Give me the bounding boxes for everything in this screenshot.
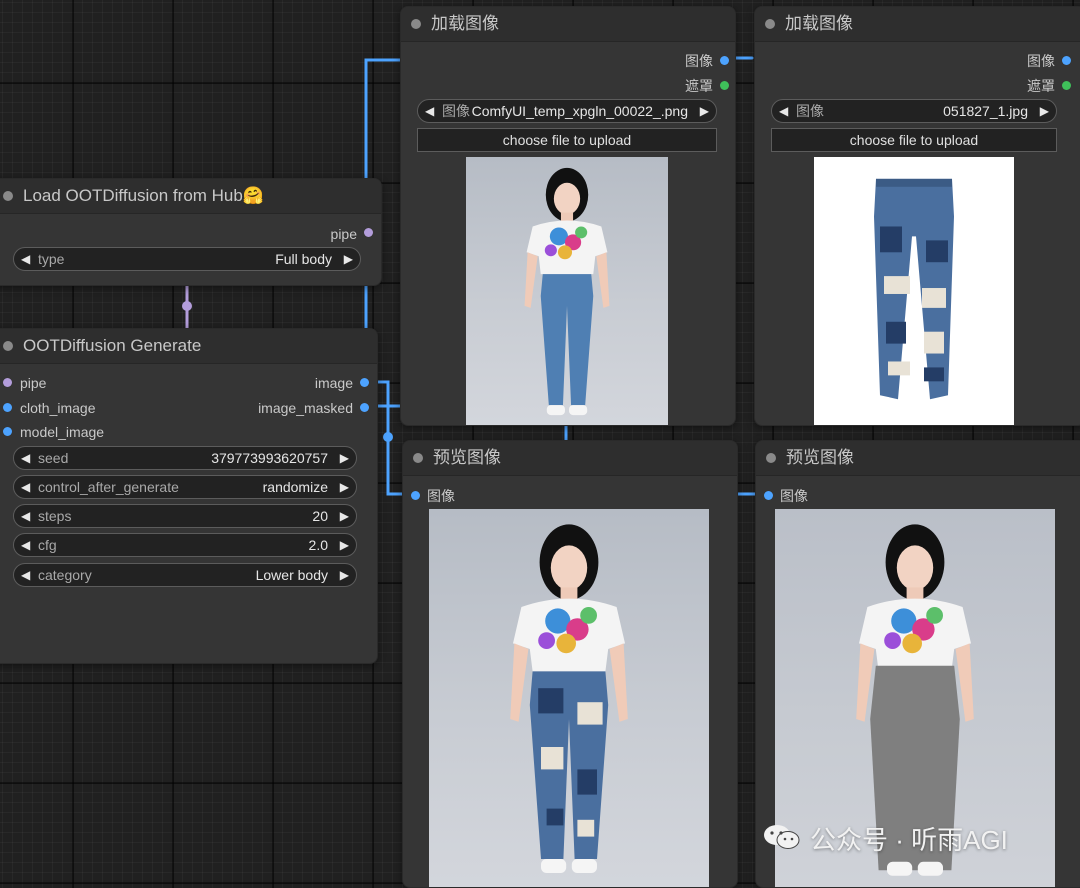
widget-label: control_after_generate bbox=[38, 479, 179, 495]
input-cloth-image-dot[interactable] bbox=[3, 403, 12, 412]
jeans-photo-icon bbox=[874, 178, 954, 400]
widget-value: 2.0 bbox=[308, 537, 328, 553]
link-reroute-dot bbox=[383, 432, 393, 442]
decrement-arrow-icon[interactable]: ◀ bbox=[425, 100, 434, 122]
widget-label: type bbox=[38, 251, 65, 267]
widget-value: Full body bbox=[275, 251, 332, 267]
image-file-combo[interactable]: ◀ 图像 051827_1.jpg ▶ bbox=[771, 99, 1057, 123]
decrement-arrow-icon[interactable]: ◀ bbox=[21, 534, 30, 556]
increment-arrow-icon[interactable]: ▶ bbox=[344, 248, 353, 270]
increment-arrow-icon[interactable]: ▶ bbox=[340, 564, 349, 586]
seed-field[interactable]: ◀ seed 379773993620757 ▶ bbox=[13, 446, 357, 470]
collapse-dot-icon[interactable] bbox=[3, 191, 13, 201]
link-pipe-dot bbox=[182, 301, 192, 311]
output-pipe-dot[interactable] bbox=[364, 228, 373, 237]
node-ootdiffusion-generate[interactable]: OOTDiffusion Generate pipe cloth_image m… bbox=[0, 328, 378, 664]
input-model-image-dot[interactable] bbox=[3, 427, 12, 436]
output-mask-dot[interactable] bbox=[1062, 81, 1071, 90]
output-pipe-label: pipe bbox=[330, 226, 357, 242]
steps-field[interactable]: ◀ steps 20 ▶ bbox=[13, 504, 357, 528]
widget-value: ComfyUI_temp_xpgln_00022_.png bbox=[471, 103, 688, 119]
increment-arrow-icon[interactable]: ▶ bbox=[340, 476, 349, 498]
node-title[interactable]: 加载图像 bbox=[755, 7, 1080, 42]
output-mask-label: 遮罩 bbox=[1027, 78, 1055, 94]
wechat-icon bbox=[764, 825, 800, 849]
widget-label: cfg bbox=[38, 537, 57, 553]
input-model-image-label: model_image bbox=[20, 424, 105, 440]
decrement-arrow-icon[interactable]: ◀ bbox=[779, 100, 788, 122]
node-load-image-cloth[interactable]: 加载图像 图像 遮罩 ◀ 图像 051827_1.jpg ▶ choose fi… bbox=[754, 6, 1080, 426]
collapse-dot-icon[interactable] bbox=[765, 19, 775, 29]
widget-value: 051827_1.jpg bbox=[943, 103, 1028, 119]
cfg-field[interactable]: ◀ cfg 2.0 ▶ bbox=[13, 533, 357, 557]
result-photo-icon bbox=[510, 524, 628, 873]
model-image-preview bbox=[466, 157, 668, 425]
output-image-masked-dot[interactable] bbox=[360, 403, 369, 412]
increment-arrow-icon[interactable]: ▶ bbox=[340, 447, 349, 469]
node-title-text: 加载图像 bbox=[431, 14, 499, 33]
node-title-text: 加载图像 bbox=[785, 14, 853, 33]
node-load-image-model[interactable]: 加载图像 图像 遮罩 ◀ 图像 ComfyUI_temp_xpgln_00022… bbox=[400, 6, 736, 426]
input-image-label: 图像 bbox=[780, 488, 808, 504]
input-pipe-dot[interactable] bbox=[3, 378, 12, 387]
output-image-label: 图像 bbox=[1027, 53, 1055, 69]
node-title[interactable]: 预览图像 bbox=[756, 441, 1080, 476]
widget-label: category bbox=[38, 567, 92, 583]
node-title-text: 预览图像 bbox=[786, 448, 854, 467]
output-mask-label: 遮罩 bbox=[685, 78, 713, 94]
widget-value: randomize bbox=[262, 479, 328, 495]
node-title[interactable]: Load OOTDiffusion from Hub🤗 bbox=[0, 179, 381, 214]
decrement-arrow-icon[interactable]: ◀ bbox=[21, 476, 30, 498]
decrement-arrow-icon[interactable]: ◀ bbox=[21, 564, 30, 586]
collapse-dot-icon[interactable] bbox=[411, 19, 421, 29]
output-image-label: 图像 bbox=[685, 53, 713, 69]
widget-value: 379773993620757 bbox=[211, 450, 328, 466]
type-combo[interactable]: ◀ type Full body ▶ bbox=[13, 247, 361, 271]
watermark-text: 公众号 · 听雨AGI bbox=[810, 825, 1008, 855]
node-title-text: 预览图像 bbox=[433, 448, 501, 467]
increment-arrow-icon[interactable]: ▶ bbox=[700, 100, 709, 122]
widget-value: Lower body bbox=[255, 567, 328, 583]
node-title-text: Load OOTDiffusion from Hub🤗 bbox=[23, 186, 265, 205]
increment-arrow-icon[interactable]: ▶ bbox=[340, 534, 349, 556]
decrement-arrow-icon[interactable]: ◀ bbox=[21, 505, 30, 527]
input-pipe-label: pipe bbox=[20, 375, 47, 391]
collapse-dot-icon[interactable] bbox=[3, 341, 13, 351]
widget-label: seed bbox=[38, 450, 69, 466]
node-title[interactable]: 加载图像 bbox=[401, 7, 735, 42]
increment-arrow-icon[interactable]: ▶ bbox=[1040, 100, 1049, 122]
output-image-dot[interactable] bbox=[360, 378, 369, 387]
widget-value: 20 bbox=[312, 508, 328, 524]
output-image-masked-label: image_masked bbox=[258, 400, 353, 416]
collapse-dot-icon[interactable] bbox=[413, 453, 423, 463]
widget-label: steps bbox=[38, 508, 72, 524]
input-image-dot[interactable] bbox=[411, 491, 420, 500]
upload-button[interactable]: choose file to upload bbox=[417, 128, 717, 152]
output-mask-dot[interactable] bbox=[720, 81, 729, 90]
decrement-arrow-icon[interactable]: ◀ bbox=[21, 447, 30, 469]
input-cloth-image-label: cloth_image bbox=[20, 400, 96, 416]
widget-label: 图像 bbox=[442, 103, 470, 119]
node-preview-image-1[interactable]: 预览图像 图像 bbox=[402, 440, 738, 888]
widget-label: 图像 bbox=[796, 103, 824, 119]
node-title[interactable]: 预览图像 bbox=[403, 441, 737, 476]
collapse-dot-icon[interactable] bbox=[766, 453, 776, 463]
input-image-label: 图像 bbox=[427, 488, 455, 504]
category-combo[interactable]: ◀ category Lower body ▶ bbox=[13, 563, 357, 587]
image-file-combo[interactable]: ◀ 图像 ComfyUI_temp_xpgln_00022_.png ▶ bbox=[417, 99, 717, 123]
control-after-generate-combo[interactable]: ◀ control_after_generate randomize ▶ bbox=[13, 475, 357, 499]
node-title-text: OOTDiffusion Generate bbox=[23, 336, 202, 355]
model-photo-icon bbox=[524, 167, 610, 416]
increment-arrow-icon[interactable]: ▶ bbox=[340, 505, 349, 527]
output-image-label: image bbox=[314, 375, 353, 391]
decrement-arrow-icon[interactable]: ◀ bbox=[21, 248, 30, 270]
node-title[interactable]: OOTDiffusion Generate bbox=[0, 329, 377, 364]
output-image-dot[interactable] bbox=[1062, 56, 1071, 65]
cloth-image-preview bbox=[814, 157, 1014, 425]
result-image-preview bbox=[429, 509, 709, 887]
upload-button[interactable]: choose file to upload bbox=[771, 128, 1057, 152]
input-image-dot[interactable] bbox=[764, 491, 773, 500]
node-load-ootdiffusion-hub[interactable]: Load OOTDiffusion from Hub🤗 pipe ◀ type … bbox=[0, 178, 382, 286]
output-image-dot[interactable] bbox=[720, 56, 729, 65]
